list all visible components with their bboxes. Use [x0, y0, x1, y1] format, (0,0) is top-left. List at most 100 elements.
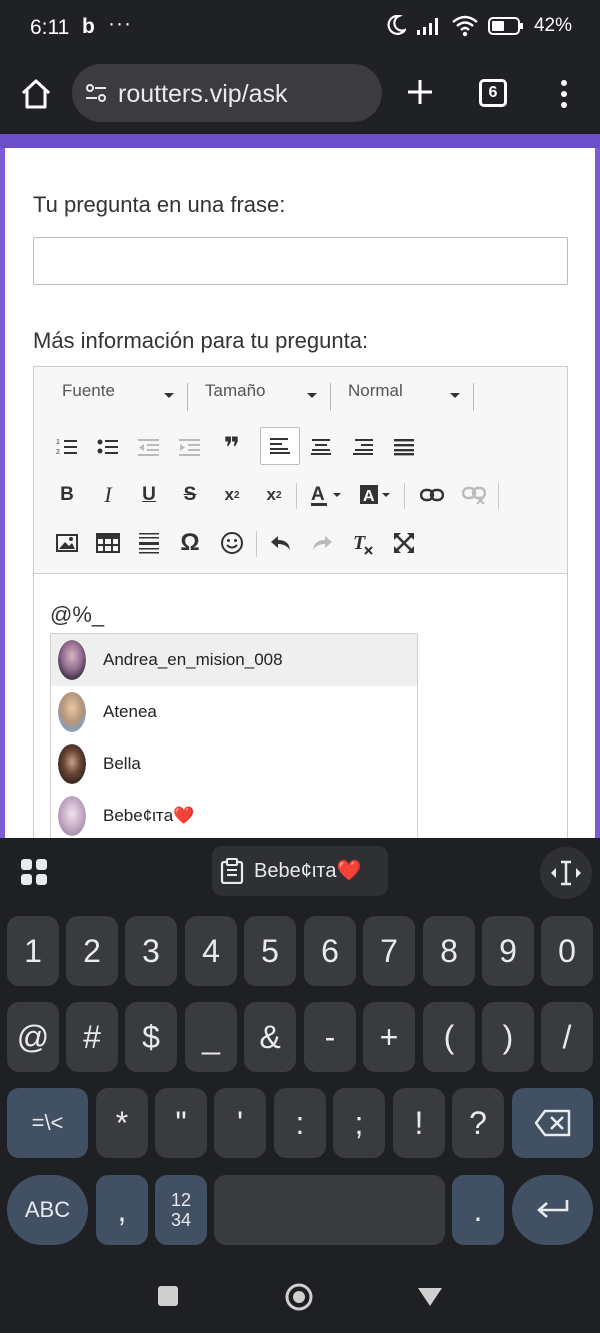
mention-name: Bella	[103, 754, 141, 773]
special-character-icon[interactable]: Ω	[176, 529, 204, 557]
font-combo[interactable]: Fuente	[62, 381, 188, 411]
bulleted-list-icon[interactable]	[94, 433, 122, 461]
key-9[interactable]: 9	[482, 916, 534, 986]
key-hash[interactable]: #	[66, 1002, 118, 1072]
status-bar: 6:11 b ··· 42%	[0, 0, 600, 58]
blockquote-icon[interactable]: ❞	[218, 432, 246, 463]
home-icon[interactable]	[18, 76, 54, 112]
key-minus[interactable]: -	[304, 1002, 356, 1072]
backspace-key[interactable]	[512, 1088, 593, 1158]
font-combo-label: Fuente	[62, 381, 115, 400]
subscript-icon[interactable]: x2	[218, 481, 246, 509]
format-combo[interactable]: Normal	[348, 381, 474, 411]
text-color-icon[interactable]: A	[307, 481, 347, 509]
ask-form-page: Tu pregunta en una frase: Más informació…	[0, 148, 600, 847]
key-semicolon[interactable]: ;	[333, 1088, 385, 1158]
numpad-key[interactable]: 12 34	[155, 1175, 207, 1245]
key-6[interactable]: 6	[304, 916, 356, 986]
toolbar-separator	[404, 483, 405, 509]
size-combo[interactable]: Tamaño	[205, 381, 331, 411]
overflow-menu-icon[interactable]	[559, 79, 569, 109]
align-justify-icon[interactable]	[390, 433, 418, 461]
key-2[interactable]: 2	[66, 916, 118, 986]
mention-item[interactable]: Bеbе¢ιтa❤️	[51, 790, 417, 842]
key-single-quote[interactable]: '	[214, 1088, 266, 1158]
clear-formatting-icon[interactable]: T	[349, 529, 377, 557]
image-icon[interactable]	[53, 529, 81, 557]
background-color-icon[interactable]: A	[356, 481, 396, 509]
address-bar[interactable]: routters.vip/ask	[72, 64, 382, 122]
link-icon[interactable]	[418, 481, 446, 509]
key-double-quote[interactable]: "	[155, 1088, 207, 1158]
mention-item[interactable]: Atenea	[51, 686, 417, 738]
key-more-symbols[interactable]: =\<	[7, 1088, 88, 1158]
cursor-control-icon[interactable]	[540, 847, 592, 899]
redo-icon[interactable]	[308, 529, 336, 557]
clipboard-icon	[220, 858, 244, 884]
key-8[interactable]: 8	[423, 916, 475, 986]
key-underscore[interactable]: _	[185, 1002, 237, 1072]
enter-key[interactable]	[512, 1175, 593, 1245]
increase-indent-icon[interactable]	[176, 433, 204, 461]
bold-icon[interactable]: B	[53, 481, 81, 509]
key-exclamation[interactable]: !	[393, 1088, 445, 1158]
back-icon[interactable]	[417, 1286, 443, 1308]
italic-icon[interactable]: I	[94, 481, 122, 509]
unlink-icon[interactable]	[460, 481, 488, 509]
key-ampersand[interactable]: &	[244, 1002, 296, 1072]
maximize-icon[interactable]	[390, 529, 418, 557]
chevron-down-icon	[307, 393, 317, 398]
table-icon[interactable]	[94, 529, 122, 557]
question-input[interactable]	[33, 237, 568, 285]
key-4[interactable]: 4	[185, 916, 237, 986]
numpad-label-top: 12	[170, 1190, 192, 1210]
decrease-indent-icon[interactable]	[135, 433, 163, 461]
key-question[interactable]: ?	[452, 1088, 504, 1158]
align-right-icon[interactable]	[349, 433, 377, 461]
home-nav-icon[interactable]	[284, 1282, 314, 1312]
strikethrough-icon[interactable]: S	[176, 481, 204, 509]
key-open-paren[interactable]: (	[423, 1002, 475, 1072]
plus-icon[interactable]	[404, 76, 436, 108]
align-center-icon[interactable]	[307, 433, 335, 461]
abc-key[interactable]: ABC	[7, 1175, 88, 1245]
key-colon[interactable]: :	[274, 1088, 326, 1158]
align-left-icon[interactable]	[260, 427, 300, 465]
space-key[interactable]	[214, 1175, 445, 1245]
apps-grid-icon[interactable]	[20, 858, 48, 886]
combo-separator	[187, 383, 188, 411]
key-dollar[interactable]: $	[125, 1002, 177, 1072]
system-navigation-bar	[0, 1266, 600, 1333]
underline-icon[interactable]: U	[135, 481, 163, 509]
period-key[interactable]: .	[452, 1175, 504, 1245]
key-3[interactable]: 3	[125, 916, 177, 986]
key-close-paren[interactable]: )	[482, 1002, 534, 1072]
numbered-list-icon[interactable]: 12	[53, 433, 81, 461]
tune-icon[interactable]	[84, 82, 108, 104]
key-7[interactable]: 7	[363, 916, 415, 986]
undo-icon[interactable]	[267, 529, 295, 557]
key-1[interactable]: 1	[7, 916, 59, 986]
editor-content[interactable]: @%_	[50, 602, 104, 628]
tab-switcher-button[interactable]: 6	[479, 79, 507, 107]
mention-item[interactable]: Andrea_en_mision_008	[51, 634, 417, 686]
svg-text:A: A	[311, 484, 325, 505]
key-asterisk[interactable]: *	[96, 1088, 148, 1158]
emoji-icon[interactable]	[218, 529, 246, 557]
question-label: Tu pregunta en una frase:	[33, 192, 286, 217]
rich-text-editor: Fuente Tamaño Normal 12 ❞ B I U S x 2 x …	[33, 366, 568, 847]
key-0[interactable]: 0	[541, 916, 593, 986]
key-slash[interactable]: /	[541, 1002, 593, 1072]
clipboard-suggestion-chip[interactable]: Bеbе¢ιтa❤️	[212, 846, 388, 896]
horizontal-rule-icon[interactable]	[135, 529, 163, 557]
enter-icon	[536, 1200, 568, 1218]
superscript-icon[interactable]: x2	[260, 481, 288, 509]
key-5[interactable]: 5	[244, 916, 296, 986]
key-at[interactable]: @	[7, 1002, 59, 1072]
key-plus[interactable]: +	[363, 1002, 415, 1072]
comma-key[interactable]: ,	[96, 1175, 148, 1245]
mention-item[interactable]: Bella	[51, 738, 417, 790]
recents-icon[interactable]	[158, 1286, 178, 1306]
battery-icon	[487, 17, 523, 35]
more-info-label: Más información para tu pregunta:	[33, 328, 369, 353]
